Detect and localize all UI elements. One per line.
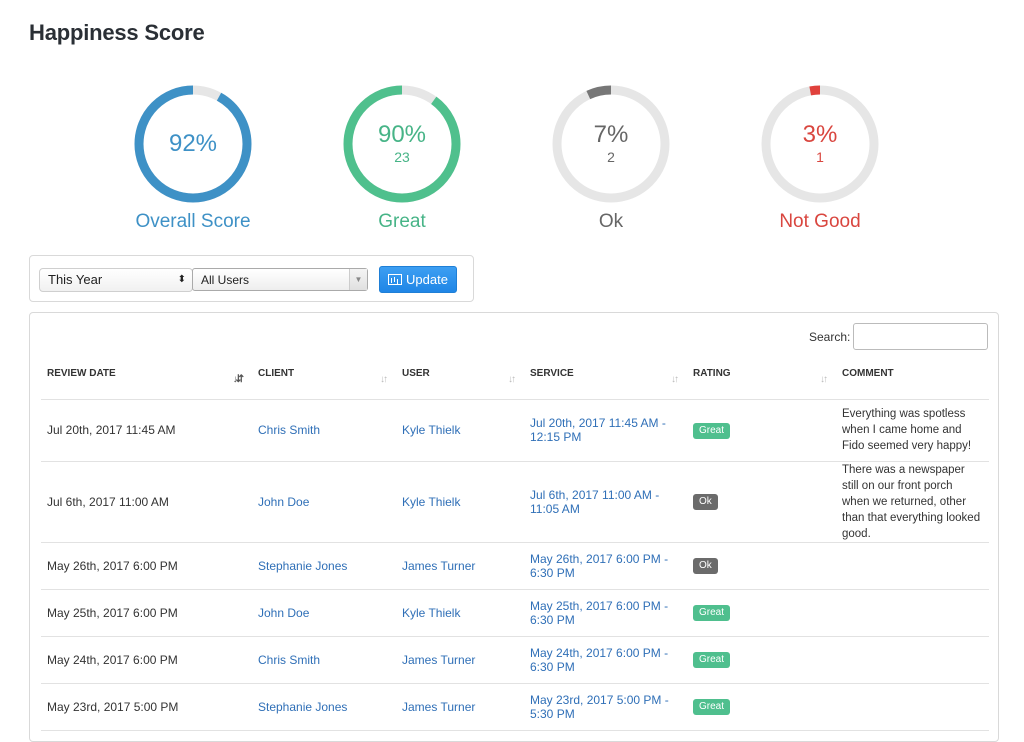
comment-cell: Everything was spotless when I came home… [836, 399, 989, 462]
rating-badge: Great [693, 605, 731, 621]
client-link[interactable]: Chris Smith [252, 636, 396, 684]
service-link[interactable]: May 26th, 2017 6:00 PM - 6:30 PM [524, 542, 687, 590]
client-link[interactable]: Chris Smith [252, 399, 396, 462]
select-arrows-icon: ⬍ [177, 274, 186, 285]
users-select-value: All Users [201, 273, 250, 287]
gauge-percent: 3% [802, 121, 838, 148]
rating-cell: Great [687, 399, 836, 462]
update-button[interactable]: Update [379, 266, 457, 293]
table-header-row: REVIEW DATE ↓⇵ CLIENT ↓↑ USER ↓↑ SERVICE ↓↑ … [41, 354, 989, 400]
rating-badge: Great [693, 422, 731, 439]
comment-cell [836, 683, 989, 731]
service-link[interactable]: Jul 20th, 2017 11:45 AM - 12:15 PM [524, 399, 687, 462]
gauge-great: 90% 23 Great [342, 84, 462, 232]
table-row: May 25th, 2017 6:00 PM John Doe Kyle Thi… [41, 589, 989, 637]
sort-icon[interactable]: ↓↑ [508, 374, 516, 385]
sort-icon[interactable]: ↓↑ [820, 374, 828, 385]
user-link[interactable]: Kyle Thielk [396, 461, 524, 543]
comment-text: Everything was spotless when I came home… [842, 408, 972, 452]
service-link[interactable]: Jul 6th, 2017 11:00 AM - 11:05 AM [524, 461, 687, 543]
period-select-value: This Year [48, 272, 103, 287]
user-link[interactable]: James Turner [396, 636, 524, 684]
service-link[interactable]: May 23rd, 2017 5:00 PM - 5:30 PM [524, 683, 687, 731]
comment-cell: There was a newspaper still on our front… [836, 461, 989, 543]
client-link[interactable]: John Doe [252, 461, 396, 543]
user-link[interactable]: James Turner [396, 542, 524, 590]
column-header-comment[interactable]: COMMENT [836, 354, 989, 400]
period-select[interactable]: This Year ⬍ [39, 268, 193, 292]
gauge-count: 1 [816, 149, 824, 165]
column-header-rating[interactable]: RATING ↓↑ [687, 354, 836, 400]
rating-cell: Great [687, 636, 836, 684]
rating-cell: Great [687, 683, 836, 731]
column-header-review-date[interactable]: REVIEW DATE ↓⇵ [41, 354, 252, 400]
review-date-cell: May 26th, 2017 6:00 PM [41, 542, 252, 590]
review-date-cell: Jul 20th, 2017 11:45 AM [41, 399, 252, 462]
gauge-label: Not Good [779, 211, 861, 232]
client-link[interactable]: Stephanie Jones [252, 683, 396, 731]
review-date-cell: May 24th, 2017 6:00 PM [41, 636, 252, 684]
table-row: Jul 20th, 2017 11:45 AM Chris Smith Kyle… [41, 399, 989, 462]
rating-badge: Great [693, 652, 731, 668]
gauge-count: 2 [607, 149, 615, 165]
gauge-label: Overall Score [135, 211, 251, 232]
gauge-overall-score: 92% Overall Score [133, 84, 253, 232]
table-row: May 24th, 2017 6:00 PM Chris Smith James… [41, 636, 989, 684]
gauge-not-good: 3% 1 Not Good [760, 84, 880, 232]
gauge-label: Ok [598, 211, 624, 232]
column-header-service[interactable]: SERVICE ↓↑ [524, 354, 687, 400]
chevron-down-icon[interactable]: ▼ [349, 269, 367, 290]
gauge-percent: 92% [168, 130, 218, 157]
sort-desc-icon[interactable]: ↓⇵ [233, 374, 244, 385]
users-select[interactable]: All Users ▼ [192, 268, 368, 291]
review-date-cell: Jul 6th, 2017 11:00 AM [41, 461, 252, 543]
sort-icon[interactable]: ↓↑ [380, 374, 388, 385]
reviews-table: REVIEW DATE ↓⇵ CLIENT ↓↑ USER ↓↑ SERVICE ↓↑ … [41, 354, 989, 731]
sort-icon[interactable]: ↓↑ [671, 374, 679, 385]
gauge-ok: 7% 2 Ok [551, 84, 671, 232]
client-link[interactable]: John Doe [252, 589, 396, 637]
comment-cell [836, 636, 989, 684]
user-link[interactable]: James Turner [396, 683, 524, 731]
filter-panel: This Year ⬍ All Users ▼ Update [29, 255, 474, 302]
table-row: Jul 6th, 2017 11:00 AM John Doe Kyle Thi… [41, 461, 989, 543]
gauge-percent: 90% [377, 121, 427, 148]
client-link[interactable]: Stephanie Jones [252, 542, 396, 590]
column-header-client[interactable]: CLIENT ↓↑ [252, 354, 396, 400]
gauge-percent: 7% [593, 121, 629, 148]
review-date-cell: May 23rd, 2017 5:00 PM [41, 683, 252, 731]
rating-cell: Ok [687, 461, 836, 543]
bar-chart-icon [388, 274, 403, 285]
review-date-cell: May 25th, 2017 6:00 PM [41, 589, 252, 637]
table-row: May 23rd, 2017 5:00 PM Stephanie Jones J… [41, 683, 989, 731]
rating-badge: Great [693, 699, 731, 715]
rating-badge: Ok [693, 558, 718, 574]
column-header-user[interactable]: USER ↓↑ [396, 354, 524, 400]
search-input[interactable] [853, 323, 988, 350]
rating-cell: Great [687, 589, 836, 637]
comment-text: There was a newspaper still on our front… [842, 463, 981, 540]
table-row: May 26th, 2017 6:00 PM Stephanie Jones J… [41, 542, 989, 590]
rating-cell: Ok [687, 542, 836, 590]
gauge-count: 23 [394, 149, 410, 165]
service-link[interactable]: May 24th, 2017 6:00 PM - 6:30 PM [524, 636, 687, 684]
service-link[interactable]: May 25th, 2017 6:00 PM - 6:30 PM [524, 589, 687, 637]
user-link[interactable]: Kyle Thielk [396, 589, 524, 637]
user-link[interactable]: Kyle Thielk [396, 399, 524, 462]
search-label: Search: [809, 330, 851, 344]
rating-badge: Ok [693, 494, 718, 510]
gauge-label: Great [378, 211, 426, 232]
update-button-label: Update [406, 272, 448, 287]
score-gauges: 92% Overall Score 90% 23 Great 7% 2 Ok 3… [0, 0, 1024, 240]
reviews-panel: Search: REVIEW DATE ↓⇵ CLIENT ↓↑ USER ↓↑ SE… [29, 312, 999, 742]
comment-cell [836, 542, 989, 590]
comment-cell [836, 589, 989, 637]
